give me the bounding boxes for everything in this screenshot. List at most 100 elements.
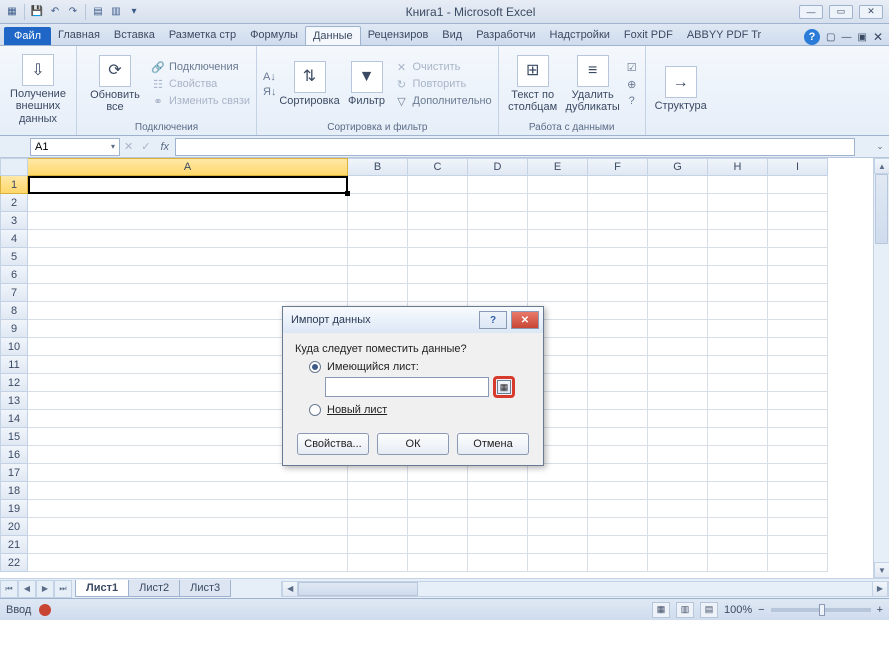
cell[interactable]: [408, 284, 468, 302]
cell[interactable]: [28, 284, 348, 302]
cell[interactable]: [588, 428, 648, 446]
cell[interactable]: [588, 482, 648, 500]
help-icon[interactable]: ?: [804, 29, 820, 45]
cell[interactable]: [348, 212, 408, 230]
cell[interactable]: [528, 536, 588, 554]
cell[interactable]: [708, 230, 768, 248]
scroll-down-icon[interactable]: ▼: [874, 562, 889, 578]
cell[interactable]: [708, 338, 768, 356]
tab-разметка стр[interactable]: Разметка стр: [162, 26, 243, 45]
app-minimize-button[interactable]: —: [841, 32, 851, 43]
row-header[interactable]: 13: [0, 392, 28, 410]
cell[interactable]: [708, 320, 768, 338]
column-header[interactable]: D: [468, 158, 528, 176]
row-header[interactable]: 2: [0, 194, 28, 212]
cell[interactable]: [408, 500, 468, 518]
cell[interactable]: [588, 500, 648, 518]
tab-file[interactable]: Файл: [4, 27, 51, 45]
cell[interactable]: [708, 500, 768, 518]
remove-duplicates-button[interactable]: ≡ Удалить дубликаты: [565, 53, 621, 115]
cell[interactable]: [528, 482, 588, 500]
cell[interactable]: [588, 194, 648, 212]
cell[interactable]: [648, 284, 708, 302]
cell[interactable]: [348, 284, 408, 302]
cell[interactable]: [708, 302, 768, 320]
cell[interactable]: [588, 446, 648, 464]
cell[interactable]: [708, 464, 768, 482]
column-header[interactable]: I: [768, 158, 828, 176]
radio-existing-sheet[interactable]: Имеющийся лист:: [309, 361, 531, 373]
mdi-restore-button[interactable]: ▭: [829, 5, 853, 19]
cell[interactable]: [528, 248, 588, 266]
mdi-minimize-button[interactable]: —: [799, 5, 823, 19]
cell[interactable]: [648, 338, 708, 356]
cell[interactable]: [28, 266, 348, 284]
reapply-filter-button[interactable]: ↻Повторить: [395, 76, 492, 92]
sort-button[interactable]: ⇅ Сортировка: [281, 59, 339, 109]
scroll-right-icon[interactable]: ▶: [872, 581, 888, 597]
row-header[interactable]: 16: [0, 446, 28, 464]
cell[interactable]: [768, 464, 828, 482]
hscroll-thumb[interactable]: [298, 582, 418, 596]
fx-icon[interactable]: fx: [160, 141, 169, 153]
cell[interactable]: [648, 500, 708, 518]
cell[interactable]: [708, 554, 768, 572]
scroll-left-icon[interactable]: ◀: [282, 581, 298, 597]
row-header[interactable]: 10: [0, 338, 28, 356]
vscroll-thumb[interactable]: [875, 174, 888, 244]
undo-icon[interactable]: ↶: [47, 4, 63, 20]
cell[interactable]: [588, 176, 648, 194]
sheet-tab[interactable]: Лист2: [128, 580, 180, 597]
properties-button[interactable]: ☷Свойства: [151, 76, 250, 92]
row-header[interactable]: 1: [0, 176, 28, 194]
cell[interactable]: [648, 428, 708, 446]
cell[interactable]: [408, 266, 468, 284]
formula-input[interactable]: [175, 138, 855, 156]
dialog-title-bar[interactable]: Импорт данных ? ✕: [283, 307, 543, 333]
view-layout-button[interactable]: ▥: [676, 602, 694, 618]
cell[interactable]: [588, 212, 648, 230]
ok-button[interactable]: ОК: [377, 433, 449, 455]
name-box[interactable]: A1 ▾: [30, 138, 120, 156]
cell[interactable]: [648, 446, 708, 464]
cell[interactable]: [348, 248, 408, 266]
dialog-help-button[interactable]: ?: [479, 311, 507, 329]
cell[interactable]: [28, 482, 348, 500]
cell[interactable]: [708, 374, 768, 392]
cell[interactable]: [708, 536, 768, 554]
column-header[interactable]: F: [588, 158, 648, 176]
outline-button[interactable]: → Структура: [652, 64, 710, 114]
cell[interactable]: [708, 356, 768, 374]
row-header[interactable]: 21: [0, 536, 28, 554]
cell[interactable]: [588, 392, 648, 410]
clear-filter-button[interactable]: ✕Очистить: [395, 59, 492, 75]
cell[interactable]: [28, 536, 348, 554]
cell[interactable]: [648, 554, 708, 572]
cell[interactable]: [588, 536, 648, 554]
cell[interactable]: [648, 266, 708, 284]
cell[interactable]: [588, 320, 648, 338]
save-icon[interactable]: 💾: [29, 4, 45, 20]
cell[interactable]: [708, 266, 768, 284]
cell[interactable]: [648, 392, 708, 410]
cell[interactable]: [468, 482, 528, 500]
cell[interactable]: [28, 212, 348, 230]
cell[interactable]: [468, 500, 528, 518]
consolidate-button[interactable]: ⊕: [625, 76, 639, 92]
cell[interactable]: [588, 284, 648, 302]
tab-формулы[interactable]: Формулы: [243, 26, 305, 45]
cell[interactable]: [28, 554, 348, 572]
cell[interactable]: [348, 464, 408, 482]
row-header[interactable]: 19: [0, 500, 28, 518]
cell[interactable]: [408, 176, 468, 194]
cell[interactable]: [708, 248, 768, 266]
row-header[interactable]: 5: [0, 248, 28, 266]
cell[interactable]: [768, 392, 828, 410]
cell[interactable]: [408, 536, 468, 554]
cell[interactable]: [528, 500, 588, 518]
row-header[interactable]: 12: [0, 374, 28, 392]
cell[interactable]: [648, 536, 708, 554]
cell[interactable]: [588, 266, 648, 284]
sheet-tab[interactable]: Лист1: [75, 580, 129, 597]
cell[interactable]: [588, 464, 648, 482]
